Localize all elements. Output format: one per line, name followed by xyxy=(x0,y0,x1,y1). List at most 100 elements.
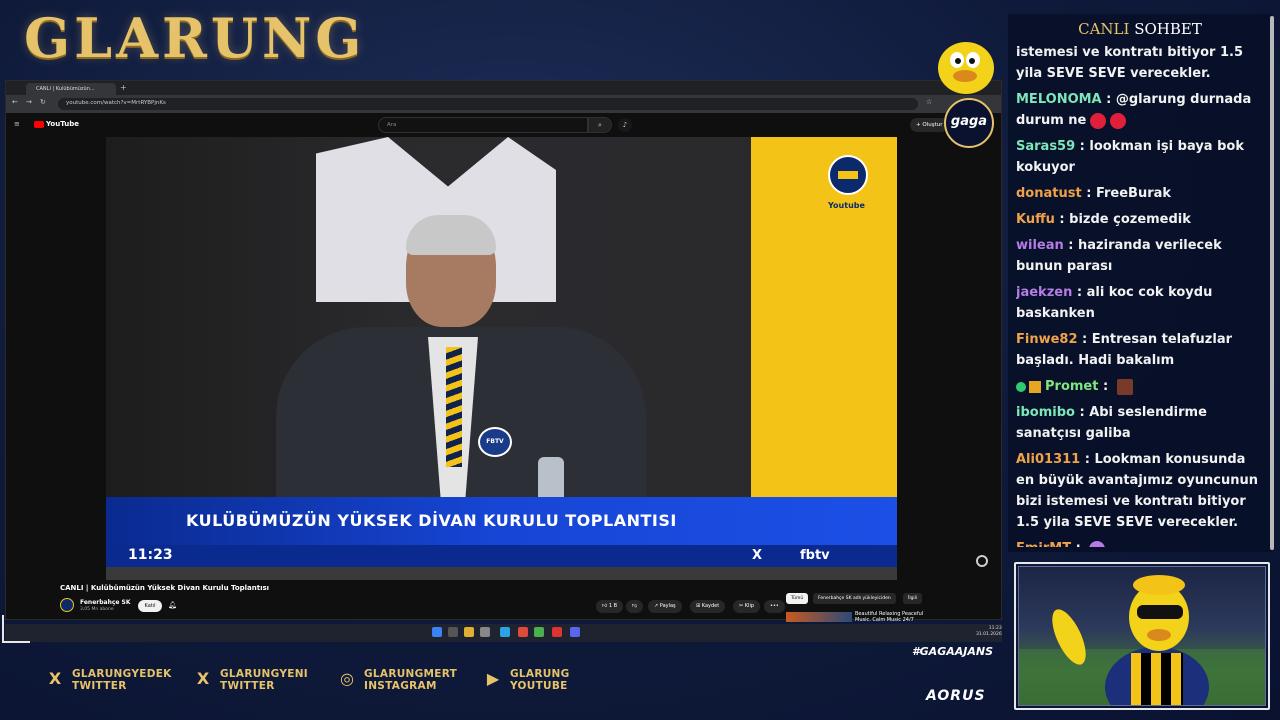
chrome-icon[interactable] xyxy=(534,627,544,637)
clip-label: Klip xyxy=(744,603,755,609)
more-button[interactable]: ••• xyxy=(764,600,785,613)
browser-window: CANLI | Kulübümüzün... + ← → ↻ youtube.c… xyxy=(5,80,1002,620)
mascot-icon xyxy=(938,42,994,94)
chat-message: ibomibo : Abi seslendirme sanatçısı gali… xyxy=(1016,402,1266,444)
fbtv-label: fbtv xyxy=(800,548,830,563)
video-player[interactable]: Youtube FBTV KULÜBÜMÜZÜN YÜKSEK DİVAN KU… xyxy=(106,137,897,580)
subscriber-badge-icon xyxy=(1029,380,1041,393)
chat-username[interactable]: Promet xyxy=(1045,379,1098,394)
youtube-logo[interactable]: YouTube xyxy=(34,120,79,128)
chat-username[interactable]: donatust xyxy=(1016,186,1082,201)
verified-badge-icon xyxy=(1016,381,1026,392)
x-logo-icon: X xyxy=(752,548,763,563)
recommendation-title[interactable]: Beautiful Relaxing Peaceful Music, Calm … xyxy=(855,611,935,621)
save-button[interactable]: ⊞ Kaydet xyxy=(690,600,726,613)
chat-username[interactable]: Saras59 xyxy=(1016,139,1075,154)
share-label: Paylaş xyxy=(659,603,676,609)
chat-username[interactable]: ibomibo xyxy=(1016,405,1075,420)
broadcast-time: 11:23 xyxy=(128,547,173,563)
fbtv-mic: FBTV xyxy=(478,427,512,457)
taskbar-app-icon[interactable] xyxy=(480,627,490,637)
channel-avatar[interactable] xyxy=(60,598,74,612)
edge-icon[interactable] xyxy=(500,627,510,637)
speaker-tie xyxy=(446,347,462,467)
browser-tab[interactable]: CANLI | Kulübümüzün... xyxy=(26,83,116,95)
chat-message: jaekzen : ali koc cok koydu baskanken xyxy=(1016,282,1266,324)
bell-icon[interactable]: 🔔︎ xyxy=(168,601,177,609)
social-handle: GLARUNGMERT xyxy=(364,668,458,680)
reload-icon[interactable]: ↻ xyxy=(40,98,46,106)
emote-icon xyxy=(1116,378,1133,395)
dislike-button[interactable]: 👎︎ xyxy=(626,600,644,613)
chat-username[interactable]: Ali01311 xyxy=(1016,452,1080,467)
create-button[interactable]: + Oluştur xyxy=(910,118,949,132)
taskbar-app2-icon[interactable] xyxy=(552,627,562,637)
chat-title-a: CANLI xyxy=(1078,20,1130,38)
social-handle: GLARUNGYENI xyxy=(220,668,308,680)
social-platform: TWITTER xyxy=(220,680,275,692)
taskbar-clock: 11:23 31.01.2026 xyxy=(976,626,1002,638)
emote-icon xyxy=(1089,540,1106,547)
lower-strip xyxy=(106,567,897,580)
brave-icon[interactable] xyxy=(518,627,528,637)
search-input[interactable]: Ara xyxy=(378,117,588,133)
chat-username[interactable]: Kuffu xyxy=(1016,212,1055,227)
social-platform: TWITTER xyxy=(72,680,127,692)
social-handle: GLARUNGYEDEK xyxy=(72,668,172,680)
save-label: Kaydet xyxy=(701,603,720,609)
chat-message: wilean : haziranda verilecek bunun paras… xyxy=(1016,235,1266,277)
windows-start-icon[interactable] xyxy=(432,627,442,637)
webcam-frame xyxy=(1014,562,1270,710)
chat-title-b: SOHBET xyxy=(1129,20,1202,38)
discord-icon[interactable] xyxy=(570,627,580,637)
chat-username[interactable]: wilean xyxy=(1016,238,1064,253)
chip-related[interactable]: İlgili xyxy=(903,593,923,604)
forward-icon[interactable]: → xyxy=(26,98,32,106)
address-bar[interactable]: youtube.com/watch?v=MrtRYBPjnKs xyxy=(58,98,918,110)
chat-message: Saras59 : lookman işi baya bok kokuyor xyxy=(1016,136,1266,178)
chat-scrollbar[interactable] xyxy=(1270,16,1274,550)
chip-uploader[interactable]: Fenerbahçe SK adlı yükleyiciden xyxy=(813,593,896,604)
gaga-badge: gaga xyxy=(944,98,994,148)
recommendation-thumbnail[interactable] xyxy=(786,612,852,622)
search-icon[interactable]: ⌕ xyxy=(588,117,612,133)
chat-message: EmirMT : xyxy=(1016,538,1266,547)
fenerbahce-crest-icon xyxy=(828,155,868,195)
back-icon[interactable]: ← xyxy=(12,98,18,106)
chat-message: Ali01311 : Lookman konusunda en büyük av… xyxy=(1016,449,1266,533)
create-label: Oluştur xyxy=(922,122,943,128)
chat-title: CANLI SOHBET xyxy=(1008,20,1272,38)
join-button[interactable]: Katıl xyxy=(138,600,162,612)
chat-text: : xyxy=(1098,379,1113,394)
chat-username[interactable]: Finwe82 xyxy=(1016,332,1078,347)
sponsor-logo: AORUS xyxy=(926,688,986,704)
settings-icon[interactable] xyxy=(976,555,988,567)
chat-username[interactable]: EmirMT xyxy=(1016,541,1071,547)
chat-message: Promet : xyxy=(1016,376,1266,397)
menu-icon[interactable]: ≡ xyxy=(14,120,20,128)
channel-subscribers: 3,05 Mn abone xyxy=(80,607,114,612)
chat-messages: istemesi ve kontratı bitiyor 1.5 yila SE… xyxy=(1016,42,1266,547)
bookmark-icon[interactable]: ☆ xyxy=(926,98,932,106)
chat-message: istemesi ve kontratı bitiyor 1.5 yila SE… xyxy=(1016,42,1266,84)
x-icon: X xyxy=(48,669,62,688)
mic-icon[interactable]: ♪ xyxy=(618,118,632,132)
youtube-play-icon xyxy=(34,120,44,128)
brand-logo: GLARUNG xyxy=(24,6,366,70)
clip-button[interactable]: ✂ Klip xyxy=(733,600,761,613)
taskbar-search-icon[interactable] xyxy=(448,627,458,637)
chip-all[interactable]: Tümü xyxy=(786,593,809,604)
youtube-logo-text: YouTube xyxy=(46,120,79,128)
chat-username[interactable]: jaekzen xyxy=(1016,285,1072,300)
channel-name[interactable]: Fenerbahçe SK xyxy=(80,599,131,606)
share-button[interactable]: ↗ Paylaş xyxy=(648,600,682,613)
hashtag: #GAGAAJANS xyxy=(912,645,993,658)
chat-username[interactable]: MELONOMA xyxy=(1016,92,1102,107)
like-count: 1 B xyxy=(608,603,618,609)
file-explorer-icon[interactable] xyxy=(464,627,474,637)
browser-tabbar: CANLI | Kulübümüzün... + xyxy=(6,81,1001,95)
chat-text: istemesi ve kontratı bitiyor 1.5 yila SE… xyxy=(1016,45,1244,81)
new-tab-icon[interactable]: + xyxy=(120,83,127,92)
yellow-panel xyxy=(751,137,897,497)
like-button[interactable]: 👍︎ 1 B xyxy=(596,600,624,613)
